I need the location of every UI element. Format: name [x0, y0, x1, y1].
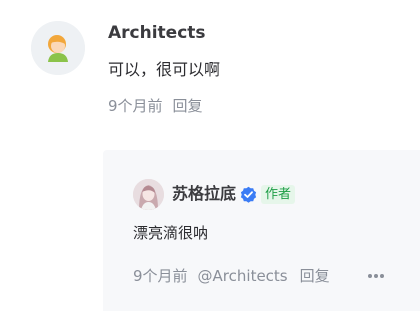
reply-item: 苏格拉底 作者 漂亮滴很呐 9个月前 @Architects 回复 — [103, 150, 420, 311]
reply-time: 9个月前 — [133, 267, 188, 285]
girl-avatar-icon — [133, 179, 164, 210]
comment-meta: 9个月前 回复 — [108, 95, 203, 117]
reply-avatar[interactable] — [133, 179, 164, 210]
reply-meta: 9个月前 @Architects 回复 — [133, 265, 330, 287]
user-avatar-icon — [31, 21, 85, 75]
reply-author[interactable]: 苏格拉底 — [172, 183, 236, 205]
reply-button[interactable]: 回复 — [173, 97, 203, 115]
more-dots-icon[interactable] — [365, 268, 387, 284]
comment-time: 9个月前 — [108, 97, 163, 115]
comment-thread: Architects 可以，很可以啊 9个月前 回复 苏格拉底 作者 漂亮滴很呐… — [0, 0, 420, 311]
author-badge: 作者 — [261, 184, 296, 204]
comment-content: 可以，很可以啊 — [108, 60, 221, 79]
reply-to-reply-button[interactable]: 回复 — [300, 267, 330, 285]
reply-header: 苏格拉底 作者 — [172, 182, 296, 206]
comment-author[interactable]: Architects — [108, 22, 206, 44]
reply-content: 漂亮滴很呐 — [133, 224, 209, 242]
reply-mention[interactable]: @Architects — [198, 267, 288, 285]
avatar[interactable] — [31, 21, 85, 75]
verified-check-icon — [240, 186, 257, 203]
comment-item: Architects 可以，很可以啊 9个月前 回复 — [0, 0, 420, 140]
